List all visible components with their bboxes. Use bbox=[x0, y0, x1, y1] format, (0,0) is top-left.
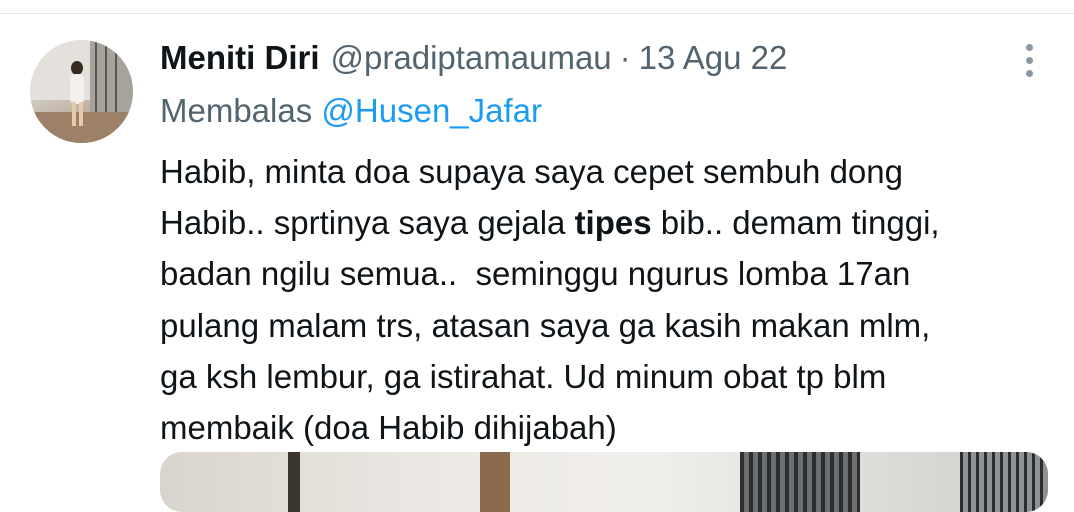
bold-keyword: tipes bbox=[574, 204, 652, 242]
tweet-text-line: Habib.. sprtinya saya gejala tipes bib..… bbox=[160, 197, 1040, 248]
text-segment: bib.. demam tinggi, bbox=[651, 204, 940, 242]
tweet-media-image[interactable] bbox=[160, 452, 1048, 512]
header-separator: · bbox=[619, 39, 631, 76]
top-divider bbox=[0, 13, 1074, 14]
text-segment: pulang malam trs, atasan saya ga kasih m… bbox=[160, 306, 931, 344]
more-dot bbox=[1025, 43, 1033, 51]
media-detail bbox=[480, 452, 510, 512]
tweet-header: Meniti Diri @pradiptamaumau · 13 Agu 22 bbox=[160, 38, 787, 78]
more-vertical-icon[interactable] bbox=[1016, 40, 1042, 80]
avatar-image bbox=[30, 40, 133, 143]
text-segment: badan ngilu semua.. seminggu ngurus lomb… bbox=[160, 255, 911, 293]
display-name[interactable]: Meniti Diri bbox=[160, 39, 320, 77]
tweet-text: Habib, minta doa supaya saya cepet sembu… bbox=[160, 146, 1040, 453]
more-dot bbox=[1025, 56, 1033, 64]
media-detail bbox=[740, 452, 860, 512]
user-handle[interactable]: @pradiptamaumau bbox=[331, 39, 612, 77]
more-dot bbox=[1025, 69, 1033, 77]
reply-mention-link[interactable]: @Husen_Jafar bbox=[321, 92, 542, 129]
text-segment: membaik (doa Habib dihijabah) bbox=[160, 409, 617, 447]
media-detail bbox=[960, 452, 1048, 512]
tweet-text-line: ga ksh lembur, ga istirahat. Ud minum ob… bbox=[160, 351, 1040, 402]
tweet-text-line: membaik (doa Habib dihijabah) bbox=[160, 402, 1040, 453]
tweet-text-line: pulang malam trs, atasan saya ga kasih m… bbox=[160, 300, 1040, 351]
tweet-text-line: Habib, minta doa supaya saya cepet sembu… bbox=[160, 146, 1040, 197]
media-detail bbox=[288, 452, 300, 512]
text-segment: Habib.. sprtinya saya gejala bbox=[160, 204, 575, 242]
reply-prefix: Membalas bbox=[160, 92, 313, 129]
avatar[interactable] bbox=[30, 40, 133, 143]
text-segment: ga ksh lembur, ga istirahat. Ud minum ob… bbox=[160, 357, 887, 395]
reply-context: Membalas @Husen_Jafar bbox=[160, 92, 542, 132]
text-segment: Habib, minta doa supaya saya cepet sembu… bbox=[160, 153, 903, 190]
tweet-date[interactable]: 13 Agu 22 bbox=[639, 39, 788, 77]
tweet-text-line: badan ngilu semua.. seminggu ngurus lomb… bbox=[160, 248, 1040, 299]
